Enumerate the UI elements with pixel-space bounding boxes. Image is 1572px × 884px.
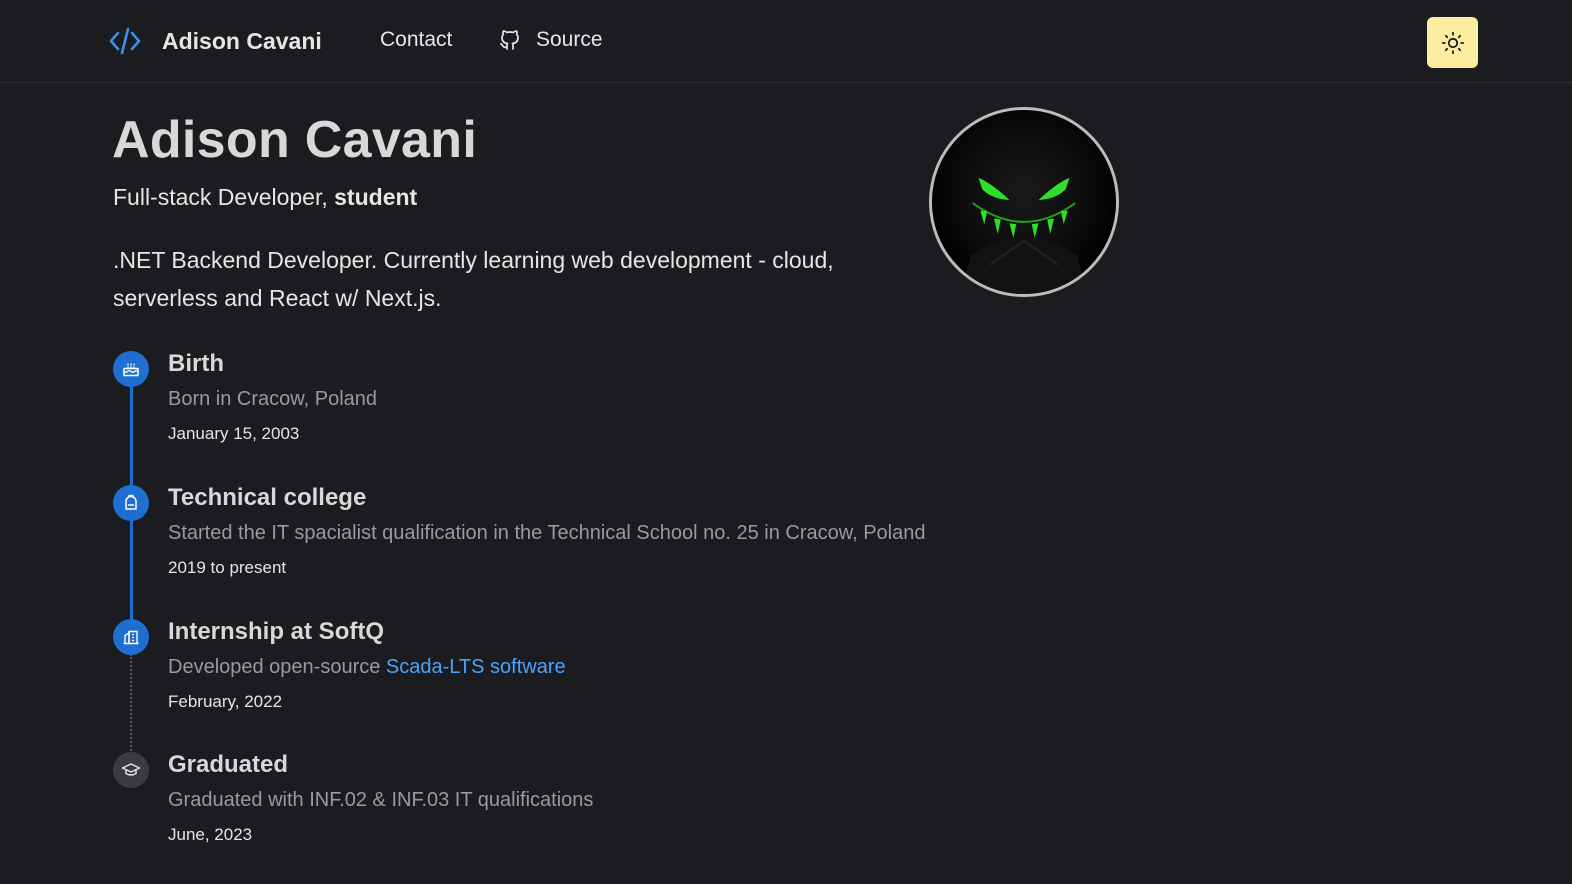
github-icon <box>500 30 519 50</box>
timeline-item-title: Technical college <box>168 484 367 511</box>
timeline-dot <box>113 619 149 655</box>
timeline-item-date: 2019 to present <box>168 558 287 577</box>
brand-name: Adison Cavani <box>162 27 322 54</box>
nav-contact-link[interactable]: Contact <box>380 28 452 52</box>
school-bag-icon <box>125 494 137 510</box>
sun-icon <box>1441 31 1464 54</box>
timeline-item-description-text: Developed open-source <box>168 656 386 678</box>
timeline-dot <box>113 351 149 387</box>
hero-subtitle: Full-stack Developer, student <box>113 184 417 211</box>
building-icon <box>123 630 139 645</box>
timeline-item-description: Graduated with INF.02 & INF.03 IT qualif… <box>168 789 594 811</box>
page-title: Adison Cavani <box>112 111 478 169</box>
top-navbar: Adison Cavani Contact Source <box>0 0 1572 83</box>
timeline-item-title: Internship at SoftQ <box>168 618 384 645</box>
brand-home-link[interactable]: Adison Cavani <box>108 24 322 58</box>
timeline-item-description: Born in Cracow, Poland <box>168 388 378 410</box>
timeline-item-description: Developed open-source Scada-LTS software <box>168 656 566 679</box>
timeline-dot <box>113 752 149 788</box>
timeline-item-date: June, 2023 <box>168 825 253 844</box>
timeline-item-title: Graduated <box>168 751 289 778</box>
timeline-item-title: Birth <box>168 350 224 377</box>
scada-lts-link[interactable]: Scada-LTS software <box>386 656 566 678</box>
code-brackets-icon <box>109 27 141 55</box>
timeline-item-date: January 15, 2003 <box>168 424 300 443</box>
timeline-item-date: February, 2022 <box>168 692 283 711</box>
hero-subtitle-role: Full-stack Developer, <box>113 184 335 210</box>
theme-toggle-button[interactable] <box>1427 17 1478 68</box>
graduation-cap-icon <box>121 763 141 776</box>
timeline-connector <box>130 386 133 488</box>
timeline-dot <box>113 485 149 521</box>
nav-source-link[interactable]: Source <box>498 28 603 52</box>
timeline-connector <box>130 520 133 620</box>
nav-source-label: Source <box>536 28 603 51</box>
hero-subtitle-status: student <box>334 184 418 210</box>
avatar <box>929 107 1119 297</box>
timeline-item-description: Started the IT spacialist qualification … <box>168 522 926 544</box>
timeline-connector-dotted <box>130 654 132 754</box>
hero-bio: .NET Backend Developer. Currently learni… <box>113 247 834 311</box>
grinning-shadow-avatar-image <box>932 110 1116 294</box>
cake-icon <box>123 363 139 377</box>
